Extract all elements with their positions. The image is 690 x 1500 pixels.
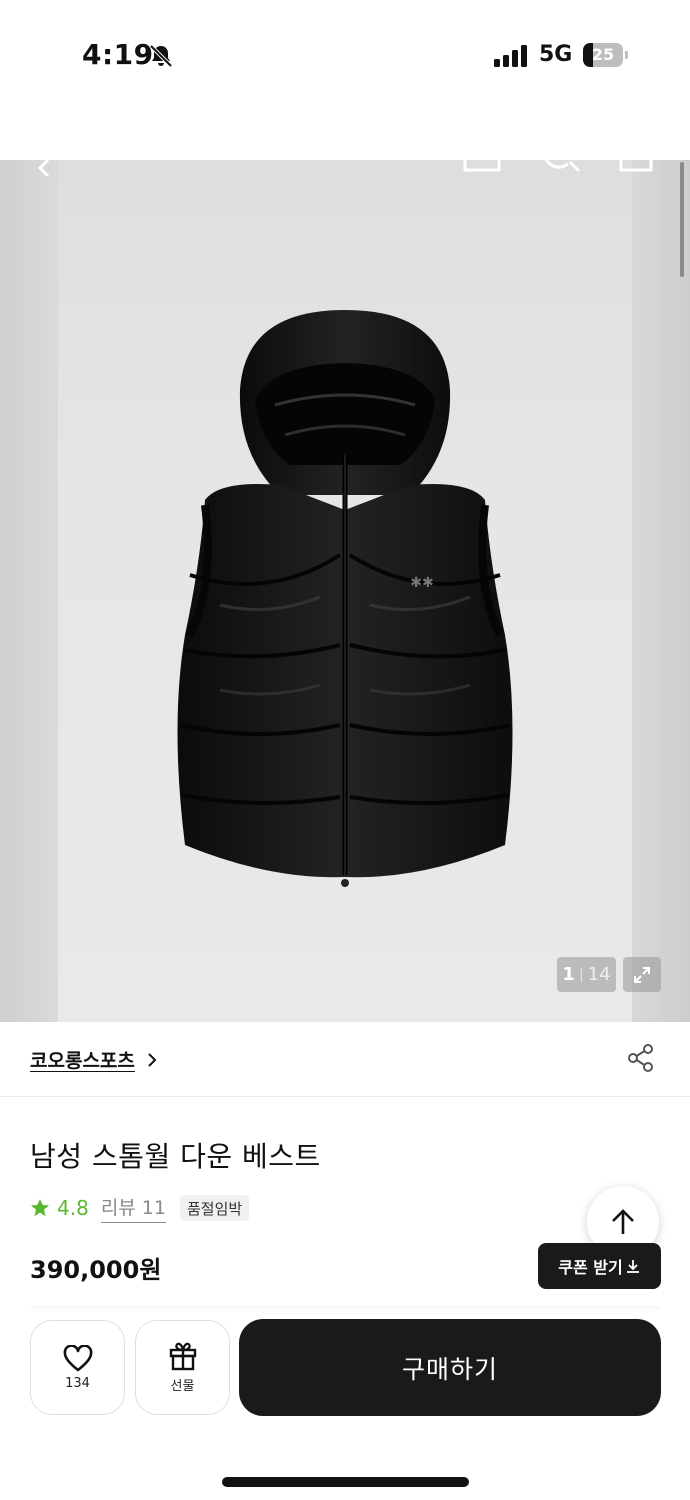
battery-icon: 25	[583, 43, 629, 67]
brand-row: 코오롱스포츠	[0, 1022, 690, 1097]
coupon-label: 쿠폰 받기	[558, 1258, 623, 1277]
wish-count: 134	[65, 1375, 90, 1391]
image-counter-current: 1	[562, 964, 575, 985]
share-icon[interactable]	[626, 1043, 656, 1073]
status-bar: 4:19 5G 25	[0, 0, 690, 110]
gift-button[interactable]: 선물	[135, 1320, 230, 1415]
review-count-link[interactable]: 리뷰 11	[100, 1193, 166, 1223]
image-counter: 1 | 14	[557, 957, 616, 992]
battery-percent: 25	[591, 45, 615, 64]
bottom-action-bar: 134 선물 구매하기	[0, 1310, 690, 1500]
bell-slash-icon	[149, 44, 173, 68]
rating-value: 4.8	[57, 1196, 89, 1220]
back-icon[interactable]	[30, 160, 56, 176]
rating-row: 4.8 리뷰 11 품절임박	[30, 1193, 250, 1223]
product-title: 남성 스톰월 다운 베스트	[30, 1140, 321, 1173]
chevron-right-icon	[148, 1052, 157, 1067]
gift-label: 선물	[170, 1379, 195, 1394]
status-time: 4:19	[82, 38, 154, 71]
arrow-up-icon	[612, 1209, 634, 1234]
home-icon[interactable]	[463, 160, 501, 172]
buy-button[interactable]: 구매하기	[239, 1319, 661, 1416]
image-counter-total: 14	[587, 964, 611, 985]
network-type: 5G	[539, 42, 573, 67]
expand-icon	[634, 966, 650, 983]
search-icon[interactable]	[542, 160, 582, 174]
get-coupon-button[interactable]: 쿠폰 받기	[538, 1243, 661, 1289]
svg-text:✱✱: ✱✱	[410, 575, 433, 591]
home-indicator	[222, 1477, 469, 1487]
star-icon	[31, 1199, 49, 1217]
cart-icon[interactable]	[619, 160, 653, 172]
product-photo-down-vest: ✱✱	[177, 310, 513, 887]
brand-name: 코오롱스포츠	[30, 1050, 135, 1072]
brand-link[interactable]: 코오롱스포츠	[30, 1046, 159, 1073]
expand-image-button[interactable]	[623, 957, 661, 992]
product-image-gallery[interactable]: ✱✱ 1 | 14	[0, 160, 690, 1022]
signal-icon	[494, 45, 527, 67]
wishlist-button[interactable]: 134	[30, 1320, 125, 1415]
gift-icon	[169, 1342, 196, 1371]
image-counter-separator: |	[578, 966, 584, 983]
page-scrollbar[interactable]	[680, 162, 684, 277]
product-price: 390,000원	[30, 1256, 162, 1284]
download-icon	[626, 1260, 639, 1273]
heart-icon	[63, 1344, 92, 1371]
stock-badge: 품절임박	[180, 1195, 250, 1221]
